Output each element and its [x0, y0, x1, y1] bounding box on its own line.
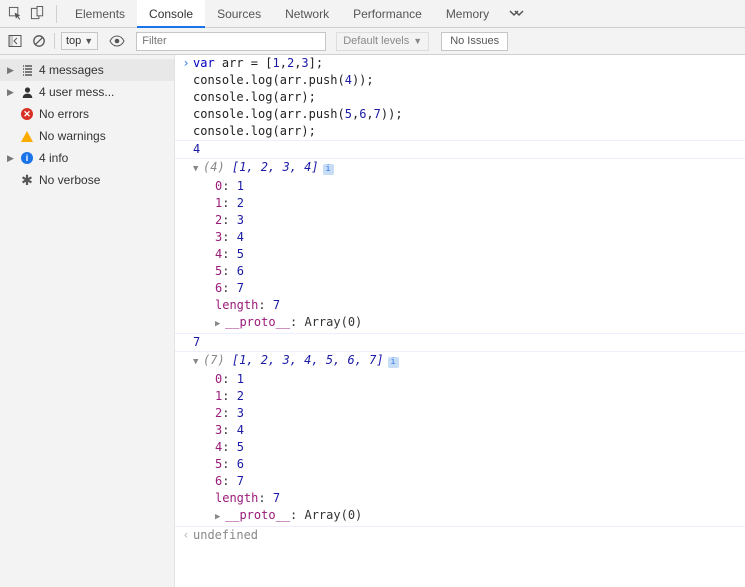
sidebar-label: No errors: [39, 107, 89, 121]
array-entry[interactable]: 1: 2: [175, 388, 745, 405]
array-entry[interactable]: 1: 2: [175, 195, 745, 212]
chevron-down-icon: ▼: [84, 36, 93, 46]
array-expansion: 0: 11: 22: 33: 44: 55: 66: 7length: 7▶__…: [175, 178, 745, 333]
array-length[interactable]: length: 7: [175, 490, 745, 507]
console-toolbar: top ▼ Default levels ▼ No Issues: [0, 28, 745, 55]
expand-icon: ▶: [6, 65, 15, 76]
log-value[interactable]: 7: [193, 335, 200, 349]
array-entry[interactable]: 3: 4: [175, 422, 745, 439]
more-tabs-icon[interactable]: [507, 5, 525, 23]
sidebar-label: 4 info: [39, 151, 68, 165]
user-icon: [19, 84, 35, 100]
clear-console-icon[interactable]: [30, 32, 48, 50]
array-entry[interactable]: 6: 7: [175, 473, 745, 490]
devtools-tabbar: Elements Console Sources Network Perform…: [0, 0, 745, 28]
return-value[interactable]: undefined: [193, 528, 258, 542]
array-entry[interactable]: 4: 5: [175, 439, 745, 456]
collapse-icon[interactable]: ▼: [193, 161, 203, 178]
sidebar-label: No warnings: [39, 129, 106, 143]
expand-icon: ▶: [6, 153, 15, 164]
sidebar-item-info[interactable]: ▶ i 4 info: [0, 147, 174, 169]
code-line[interactable]: console.log(arr.push(4));: [193, 72, 745, 89]
console-log-array[interactable]: ▼(7) [1, 2, 3, 4, 5, 6, 7]i: [175, 351, 745, 371]
array-length[interactable]: length: 7: [175, 297, 745, 314]
console-log-line: 4: [175, 140, 745, 158]
console-output: › var arr = [1,2,3]; console.log(arr.pus…: [175, 55, 745, 587]
array-entry[interactable]: 5: 6: [175, 456, 745, 473]
info-icon: i: [19, 150, 35, 166]
live-expression-icon[interactable]: [108, 32, 126, 50]
issues-button[interactable]: No Issues: [441, 32, 508, 51]
sidebar-item-user-messages[interactable]: ▶ 4 user mess...: [0, 81, 174, 103]
sidebar-label: 4 messages: [39, 63, 104, 77]
filter-box: [136, 32, 326, 51]
console-input-line: console.log(arr.push(5,6,7));: [175, 106, 745, 123]
log-levels-selector[interactable]: Default levels ▼: [336, 32, 429, 51]
error-icon: ✕: [19, 106, 35, 122]
context-label: top: [66, 35, 81, 47]
sidebar-label: No verbose: [39, 173, 100, 187]
info-badge-icon[interactable]: i: [388, 357, 399, 368]
console-return-line: ‹ undefined: [175, 526, 745, 544]
console-input-line: console.log(arr.push(4));: [175, 72, 745, 89]
tab-network[interactable]: Network: [273, 0, 341, 28]
sidebar-item-errors[interactable]: ✕ No errors: [0, 103, 174, 125]
array-entry[interactable]: 6: 7: [175, 280, 745, 297]
array-entry[interactable]: 0: 1: [175, 178, 745, 195]
tab-elements[interactable]: Elements: [63, 0, 137, 28]
context-selector[interactable]: top ▼: [61, 32, 98, 50]
sidebar-toggle-icon[interactable]: [6, 32, 24, 50]
code-line[interactable]: console.log(arr.push(5,6,7));: [193, 106, 745, 123]
filter-input[interactable]: [136, 32, 326, 51]
sidebar-item-messages[interactable]: ▶ 4 messages: [0, 59, 174, 81]
log-levels-label: Default levels: [343, 35, 409, 47]
collapse-icon[interactable]: ▼: [193, 354, 203, 371]
tab-memory[interactable]: Memory: [434, 0, 501, 28]
console-sidebar: ▶ 4 messages ▶ 4 user mess... ✕ No error…: [0, 55, 175, 587]
console-input-line: console.log(arr);: [175, 123, 745, 140]
list-icon: [19, 62, 35, 78]
array-proto[interactable]: ▶__proto__: Array(0): [175, 507, 745, 526]
array-entry[interactable]: 2: 3: [175, 405, 745, 422]
log-value[interactable]: 4: [193, 142, 200, 156]
array-entry[interactable]: 0: 1: [175, 371, 745, 388]
warning-icon: [19, 128, 35, 144]
device-toolbar-icon[interactable]: [28, 5, 46, 23]
verbose-icon: ✱: [19, 172, 35, 188]
info-badge-icon[interactable]: i: [323, 164, 334, 175]
code-line[interactable]: console.log(arr);: [193, 123, 745, 140]
console-input-line: console.log(arr);: [175, 89, 745, 106]
array-entry[interactable]: 4: 5: [175, 246, 745, 263]
devtools-body: ▶ 4 messages ▶ 4 user mess... ✕ No error…: [0, 55, 745, 587]
array-entry[interactable]: 3: 4: [175, 229, 745, 246]
tab-console[interactable]: Console: [137, 0, 205, 28]
sidebar-item-verbose[interactable]: ✱ No verbose: [0, 169, 174, 191]
issues-label: No Issues: [450, 35, 499, 47]
array-entry[interactable]: 5: 6: [175, 263, 745, 280]
code-line[interactable]: console.log(arr);: [193, 89, 745, 106]
input-chevron-icon: ›: [179, 55, 193, 72]
output-chevron-icon: ‹: [179, 527, 193, 544]
expand-icon: ▶: [6, 87, 15, 98]
sidebar-label: 4 user mess...: [39, 85, 114, 99]
array-proto[interactable]: ▶__proto__: Array(0): [175, 314, 745, 333]
chevron-down-icon: ▼: [413, 36, 422, 46]
sidebar-item-warnings[interactable]: No warnings: [0, 125, 174, 147]
tab-sources[interactable]: Sources: [205, 0, 273, 28]
console-log-line: 7: [175, 333, 745, 351]
array-expansion: 0: 11: 22: 33: 44: 55: 66: 7length: 7▶__…: [175, 371, 745, 526]
console-log-array[interactable]: ▼(4) [1, 2, 3, 4]i: [175, 158, 745, 178]
code-line[interactable]: var arr = [1,2,3];: [193, 55, 745, 72]
inspect-icon[interactable]: [6, 5, 24, 23]
array-entry[interactable]: 2: 3: [175, 212, 745, 229]
separator: [56, 5, 57, 23]
console-input-line: › var arr = [1,2,3];: [175, 55, 745, 72]
separator: [54, 33, 55, 49]
tab-performance[interactable]: Performance: [341, 0, 434, 28]
